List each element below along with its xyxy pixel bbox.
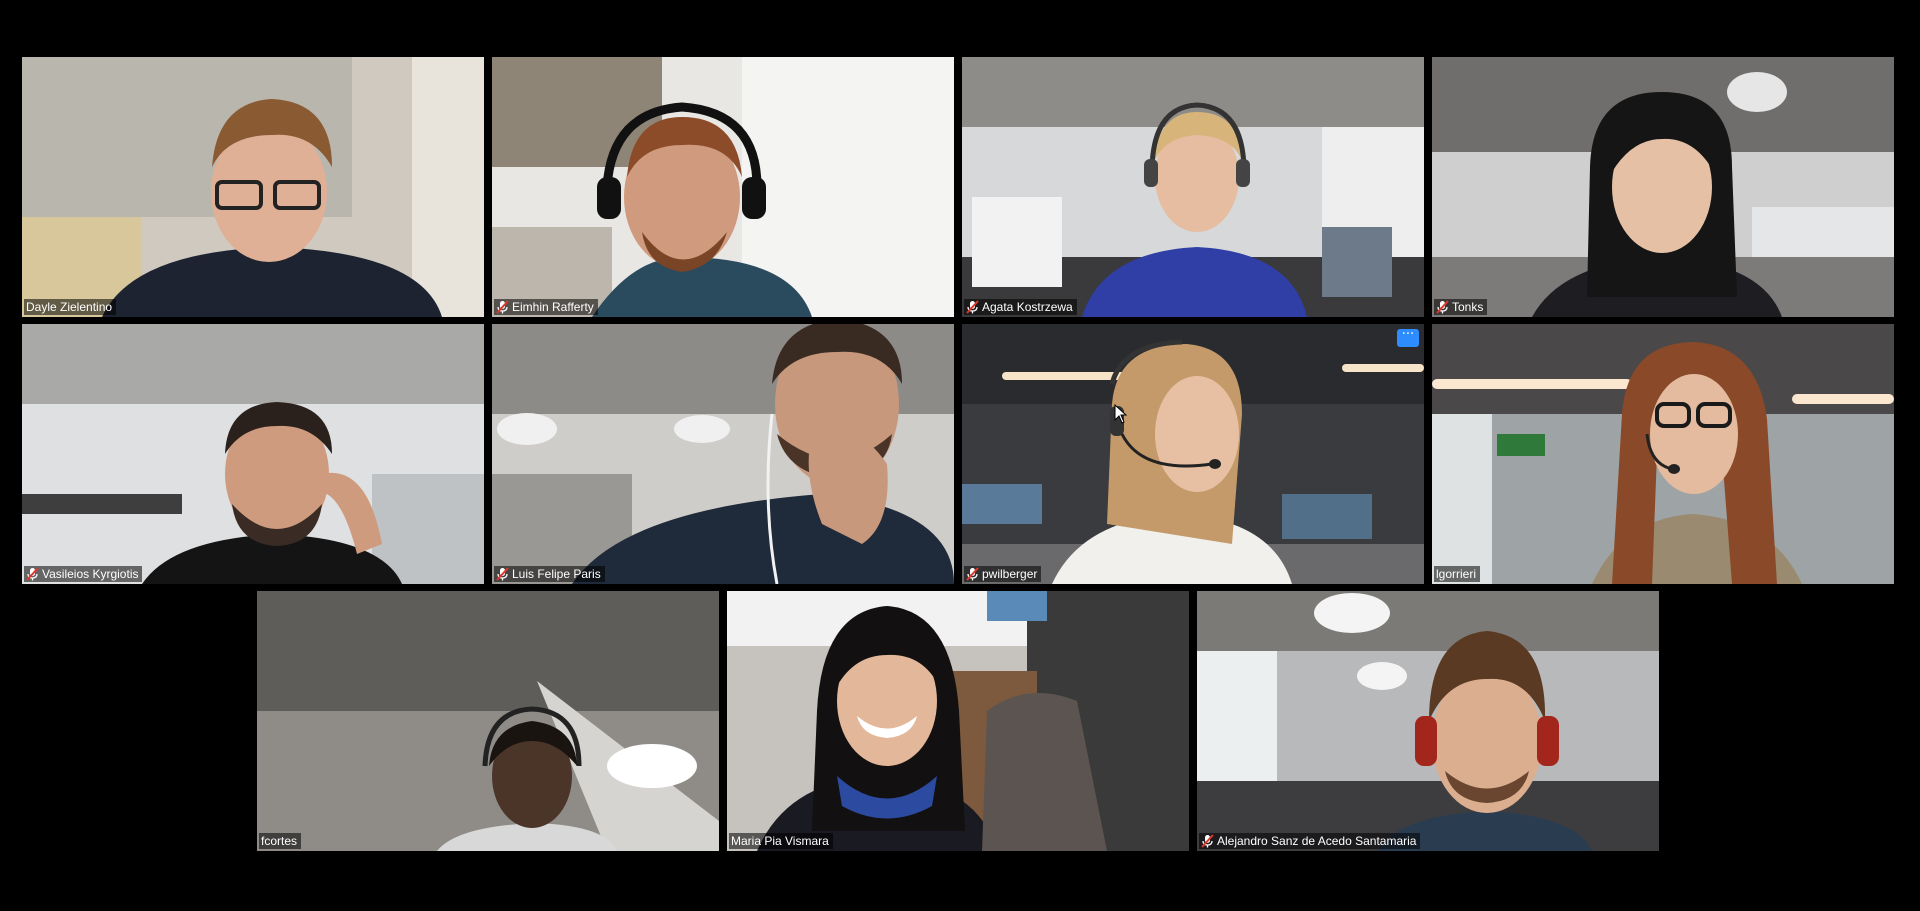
microphone-muted-icon: [1436, 300, 1449, 314]
participant-name-tag: Vasileios Kyrgiotis: [24, 566, 143, 582]
video-tile[interactable]: Maria Pia Vismara: [727, 591, 1189, 851]
participant-name-tag: Dayle Zielentino: [24, 299, 117, 315]
participant-video: [1377, 631, 1592, 851]
video-tile[interactable]: Alejandro Sanz de Acedo Santamaria: [1197, 591, 1659, 851]
participant-name-tag: pwilberger: [964, 566, 1042, 582]
participant-video: [1052, 339, 1292, 584]
video-tile[interactable]: Luis Felipe Paris: [492, 324, 954, 584]
participant-name: Tonks: [1452, 300, 1484, 314]
participant-name: Dayle Zielentino: [26, 300, 113, 314]
participant-name-tag: fcortes: [259, 833, 302, 849]
video-tile[interactable]: lgorrieri: [1432, 324, 1894, 584]
video-tile[interactable]: Eimhin Rafferty: [492, 57, 954, 317]
more-horizontal-icon: ···: [1401, 327, 1415, 342]
participant-video: [757, 606, 1107, 851]
participant-name-tag: lgorrieri: [1434, 566, 1481, 582]
participant-video: [102, 99, 442, 317]
participant-video: [1532, 92, 1782, 317]
microphone-muted-icon: [966, 567, 979, 581]
participant-name-tag: Eimhin Rafferty: [494, 299, 598, 315]
participant-name: Agata Kostrzewa: [982, 300, 1073, 314]
microphone-muted-icon: [1201, 834, 1214, 848]
participant-name: Alejandro Sanz de Acedo Santamaria: [1217, 834, 1417, 848]
video-tile[interactable]: Dayle Zielentino: [22, 57, 484, 317]
participant-video: [437, 706, 617, 851]
participant-name-tag: Luis Felipe Paris: [494, 566, 605, 582]
participant-name-tag: Agata Kostrzewa: [964, 299, 1077, 315]
video-tile-active-speaker[interactable]: Agata Kostrzewa: [962, 57, 1424, 317]
video-tile[interactable]: ··· pwilberger: [962, 324, 1424, 584]
participant-name-tag: Tonks: [1434, 299, 1488, 315]
participant-name-tag: Alejandro Sanz de Acedo Santamaria: [1199, 833, 1421, 849]
participant-name: Maria Pia Vismara: [731, 834, 829, 848]
participant-video: [142, 402, 402, 584]
participant-video: [592, 102, 812, 317]
participant-name: lgorrieri: [1436, 567, 1477, 581]
more-options-button[interactable]: ···: [1397, 327, 1419, 347]
participant-name: Eimhin Rafferty: [512, 300, 594, 314]
microphone-muted-icon: [966, 300, 979, 314]
participant-name: Luis Felipe Paris: [512, 567, 601, 581]
participant-video: [1082, 102, 1307, 317]
video-tile[interactable]: Tonks: [1432, 57, 1894, 317]
participant-video: [572, 324, 954, 584]
microphone-muted-icon: [496, 300, 509, 314]
microphone-muted-icon: [496, 567, 509, 581]
microphone-muted-icon: [26, 567, 39, 581]
mouse-cursor-icon: [1114, 404, 1128, 424]
video-tile[interactable]: Vasileios Kyrgiotis: [22, 324, 484, 584]
participant-name: pwilberger: [982, 567, 1038, 581]
participant-name-tag: Maria Pia Vismara: [729, 833, 833, 849]
video-tile[interactable]: fcortes: [257, 591, 719, 851]
participant-name: Vasileios Kyrgiotis: [42, 567, 139, 581]
participant-name: fcortes: [261, 834, 298, 848]
participant-video: [1592, 342, 1802, 584]
